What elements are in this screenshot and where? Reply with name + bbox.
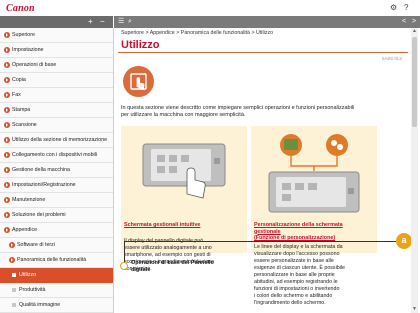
sidebar-toolbar: + − bbox=[0, 16, 113, 28]
touch-panel-icon bbox=[123, 66, 154, 97]
chevron-right-icon bbox=[4, 212, 10, 218]
card-title[interactable]: Personalizzazione della schermata gestio… bbox=[254, 222, 380, 242]
scroll-up-arrow-icon[interactable]: ▲ bbox=[411, 28, 418, 35]
sidebar-item-label: Gestione della macchina bbox=[12, 167, 71, 173]
sidebar-item[interactable]: Software di terzi bbox=[0, 238, 113, 253]
sidebar-item[interactable]: Collegamento con i dispositivi mobili bbox=[0, 148, 113, 163]
chevron-right-icon bbox=[4, 227, 10, 233]
chevron-right-icon bbox=[9, 242, 15, 248]
sidebar-item-label: Collegamento con i dispositivi mobili bbox=[12, 152, 98, 158]
sidebar-item-label: Software di terzi bbox=[17, 242, 55, 248]
sidebar-item[interactable]: Copia bbox=[0, 73, 113, 88]
chevron-right-icon bbox=[4, 47, 10, 53]
expand-all-button[interactable]: + bbox=[88, 17, 93, 27]
scroll-down-arrow-icon[interactable]: ▼ bbox=[411, 306, 418, 313]
chevron-right-icon bbox=[4, 167, 10, 173]
intro-text: In questa sezione viene descritto come i… bbox=[121, 105, 381, 119]
sidebar-item-label: Qualità immagine bbox=[19, 302, 61, 308]
sidebar-item-label: Impostazioni/Registrazione bbox=[12, 182, 76, 188]
chevron-right-icon bbox=[4, 182, 10, 188]
sidebar-item-label: Copia bbox=[12, 77, 26, 83]
sidebar-item-label: Manutenzione bbox=[12, 197, 46, 203]
expand-toggle-icon[interactable] bbox=[120, 262, 128, 270]
sidebar-item[interactable]: Utilizzo bbox=[0, 268, 113, 283]
page-title: Utilizzo bbox=[121, 39, 160, 51]
gear-icon[interactable]: ⚙ bbox=[390, 3, 397, 12]
chevron-right-icon bbox=[4, 137, 10, 143]
sidebar-item[interactable]: Stampa bbox=[0, 103, 113, 118]
square-bullet-icon bbox=[12, 303, 16, 307]
page-title-bar: Utilizzo bbox=[118, 38, 408, 53]
next-page-button[interactable]: > bbox=[412, 17, 416, 27]
sidebar-item-label: Stampa bbox=[12, 107, 31, 113]
sidebar-item[interactable]: Soluzione dei problemi bbox=[0, 208, 113, 223]
sidebar-item[interactable]: Produttività bbox=[0, 283, 113, 298]
intro-line: per utilizzare la macchina con maggiore … bbox=[121, 112, 246, 118]
chevron-right-icon bbox=[4, 77, 10, 83]
sidebar-item[interactable]: Utilizzo della sezione di memorizzazione bbox=[0, 133, 113, 148]
chevron-right-icon bbox=[4, 152, 10, 158]
breadcrumb: Superiore > Appendice > Panoramica delle… bbox=[121, 30, 274, 36]
sidebar-item-label: Utilizzo bbox=[19, 272, 37, 278]
chevron-right-icon bbox=[4, 92, 10, 98]
canon-logo: Canon bbox=[6, 3, 35, 14]
question-icon[interactable]: ? bbox=[404, 3, 408, 12]
sidebar-item[interactable]: Impostazioni/Registrazione bbox=[0, 178, 113, 193]
sidebar-item-label: Operazioni di base bbox=[12, 62, 57, 68]
sidebar-item-label: Panoramica delle funzionalità bbox=[17, 257, 87, 263]
square-bullet-icon bbox=[12, 288, 16, 292]
sidebar-item[interactable]: Manutenzione bbox=[0, 193, 113, 208]
sidebar-item-label: Produttività bbox=[19, 287, 46, 293]
sidebar-item-label: Impostazione bbox=[12, 47, 44, 53]
scroll-thumb[interactable] bbox=[412, 37, 417, 127]
collapse-all-button[interactable]: − bbox=[100, 17, 105, 27]
sidebar-item[interactable]: Fax bbox=[0, 88, 113, 103]
chevron-right-icon bbox=[4, 62, 10, 68]
prev-page-button[interactable]: < bbox=[402, 17, 406, 27]
sidebar-item[interactable]: Panoramica delle funzionalità bbox=[0, 253, 113, 268]
personalization-illustration bbox=[268, 134, 360, 213]
card-title[interactable]: Schermata gestionali intuitive bbox=[124, 222, 250, 229]
list-icon[interactable]: ☰ bbox=[118, 17, 124, 27]
chevron-right-icon bbox=[4, 122, 10, 128]
chevron-right-icon bbox=[9, 257, 15, 263]
chevron-right-icon bbox=[4, 197, 10, 203]
sidebar-item[interactable]: Qualità immagine bbox=[0, 298, 113, 313]
sidebar-item[interactable]: Gestione della macchina bbox=[0, 163, 113, 178]
sidebar-item[interactable]: Appendice bbox=[0, 223, 113, 238]
sidebar-item[interactable]: Operazioni di base bbox=[0, 58, 113, 73]
sidebar-item[interactable]: Impostazione bbox=[0, 43, 113, 58]
sidebar-item-label: Soluzione dei problemi bbox=[12, 212, 66, 218]
square-bullet-icon bbox=[12, 273, 16, 277]
chevron-right-icon bbox=[4, 32, 10, 38]
search-icon[interactable]: ⌕ bbox=[128, 17, 132, 27]
sidebar-item-label: Scansione bbox=[12, 122, 37, 128]
callout-line bbox=[124, 241, 396, 242]
sidebar-item-label: Utilizzo della sezione di memorizzazione bbox=[12, 137, 108, 143]
chevron-right-icon bbox=[4, 107, 10, 113]
section-heading[interactable]: Operazioni di base del Pannello digitale bbox=[131, 260, 251, 274]
callout-marker-a: a bbox=[396, 233, 412, 249]
feature-card-personalization: Personalizzazione della schermata gestio… bbox=[251, 126, 380, 306]
sidebar-item-label: Superiore bbox=[12, 32, 35, 38]
top-bar: Canon ⚙ ? bbox=[0, 0, 420, 17]
sidebar-item-label: Fax bbox=[12, 92, 21, 98]
card-description: Le linee del display e la schermata da v… bbox=[254, 244, 345, 306]
intro-line: In questa sezione viene descritto come i… bbox=[121, 105, 355, 111]
feature-card-intuitive-screens: Schermata gestionali intuitive Il displa… bbox=[121, 126, 250, 272]
sidebar-item-label: Appendice bbox=[12, 227, 38, 233]
document-id: 5A8S-0L5 bbox=[381, 56, 402, 61]
sidebar-item[interactable]: Superiore bbox=[0, 28, 113, 43]
touch-panel-illustration bbox=[142, 143, 226, 199]
content-toolbar: ☰ ⌕ < > bbox=[114, 16, 420, 28]
sidebar-nav: Superiore Impostazione Operazioni di base C… bbox=[0, 28, 114, 313]
sidebar-item[interactable]: Scansione bbox=[0, 118, 113, 133]
content-scrollbar[interactable]: ▲ ▼ bbox=[411, 28, 418, 313]
